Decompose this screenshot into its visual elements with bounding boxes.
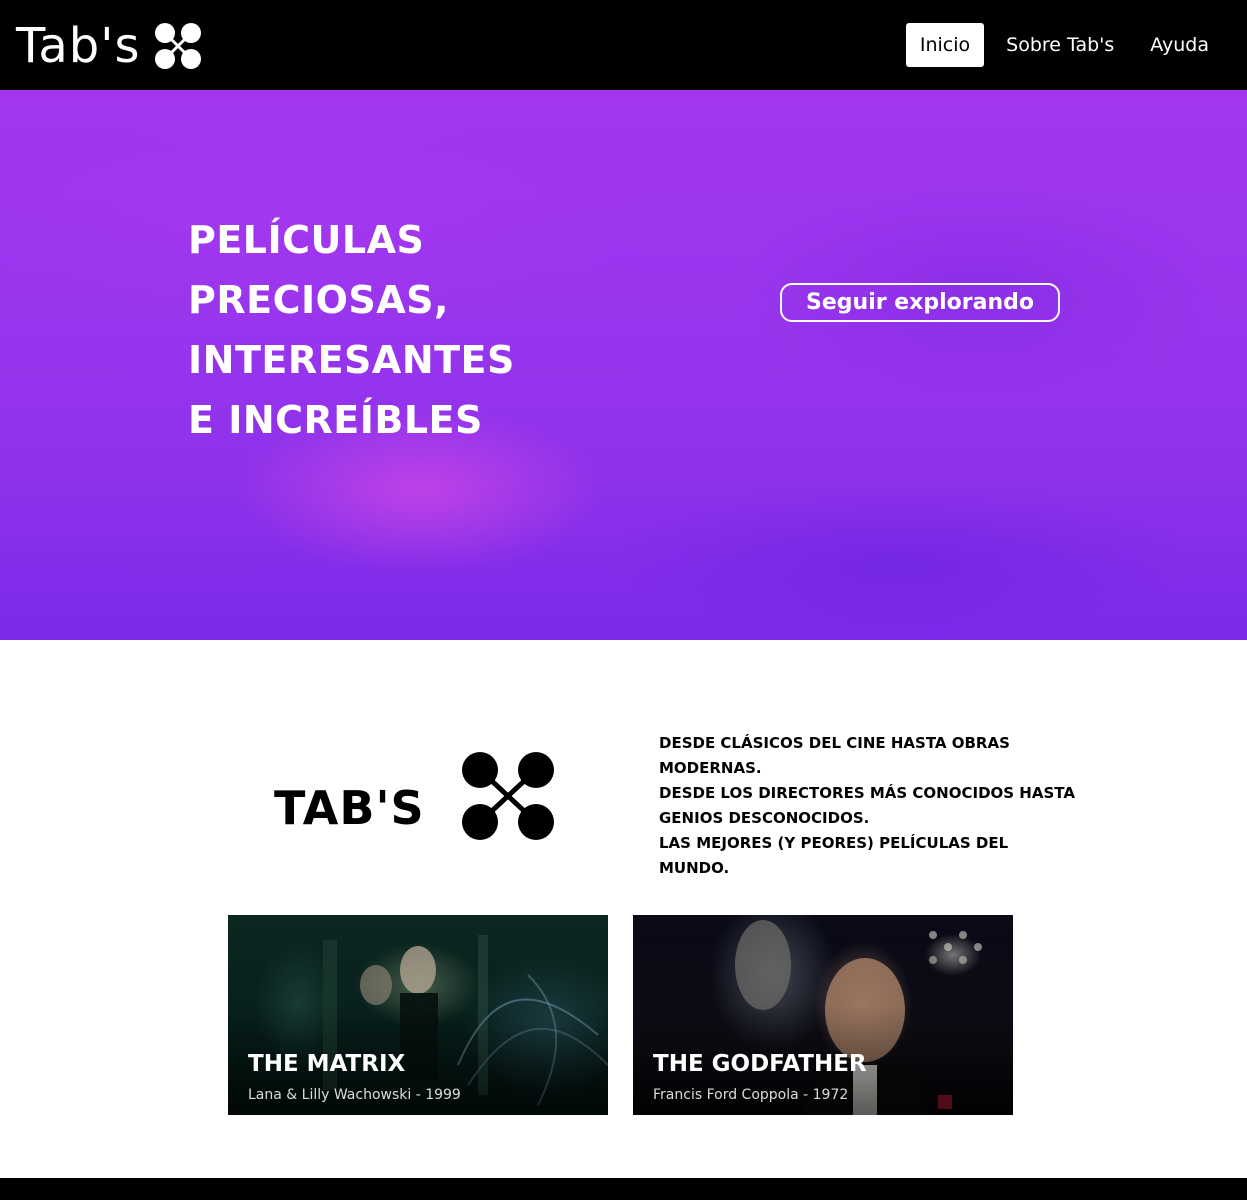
seguir-explorando-button[interactable]: Seguir explorando [780, 283, 1060, 322]
tabs-logo-icon [155, 23, 202, 69]
hero-title-line: INTERESANTES [188, 338, 515, 382]
footer-bar [0, 1178, 1247, 1200]
about-title: TAB'S [274, 781, 425, 835]
brand-name: Tab's [16, 18, 141, 74]
movie-card-matrix[interactable]: THE MATRIX Lana & Lilly Wachowski - 1999 [228, 915, 608, 1115]
movie-title: THE GODFATHER [653, 1051, 867, 1077]
about-line: DESDE LOS DIRECTORES MÁS CONOCIDOS HASTA [659, 784, 1075, 802]
nav-sobre-tabs[interactable]: Sobre Tab's [992, 23, 1128, 67]
hero-title-line: PELÍCULAS [188, 218, 425, 262]
about-line: LAS MEJORES (Y PEORES) PELÍCULAS DEL MUN… [659, 834, 1009, 877]
about-line: MODERNAS. [659, 759, 762, 777]
hero-title-line: E INCREÍBLES [188, 398, 483, 442]
about-line: GENIOS DESCONOCIDOS. [659, 809, 870, 827]
top-navbar: Tab's Inicio Sobre Tab's Ayuda [0, 0, 1247, 90]
tabs-logo-large-icon [462, 752, 554, 840]
movie-subtitle: Lana & Lilly Wachowski - 1999 [248, 1087, 461, 1103]
movie-title: THE MATRIX [248, 1051, 406, 1077]
hero-title: PELÍCULAS PRECIOSAS, INTERESANTES E INCR… [188, 210, 515, 450]
brand-link[interactable]: Tab's [16, 18, 202, 74]
hero-banner: PELÍCULAS PRECIOSAS, INTERESANTES E INCR… [0, 90, 1247, 640]
hero-title-line: PRECIOSAS, [188, 278, 449, 322]
main-nav: Inicio Sobre Tab's Ayuda [898, 23, 1223, 67]
about-description: DESDE CLÁSICOS DEL CINE HASTA OBRAS MODE… [659, 731, 1079, 881]
nav-inicio[interactable]: Inicio [905, 23, 985, 67]
movie-card-godfather[interactable]: THE GODFATHER Francis Ford Coppola - 197… [633, 915, 1013, 1115]
nav-ayuda[interactable]: Ayuda [1136, 23, 1223, 67]
about-line: DESDE CLÁSICOS DEL CINE HASTA OBRAS [659, 734, 1010, 752]
movie-subtitle: Francis Ford Coppola - 1972 [653, 1087, 849, 1103]
